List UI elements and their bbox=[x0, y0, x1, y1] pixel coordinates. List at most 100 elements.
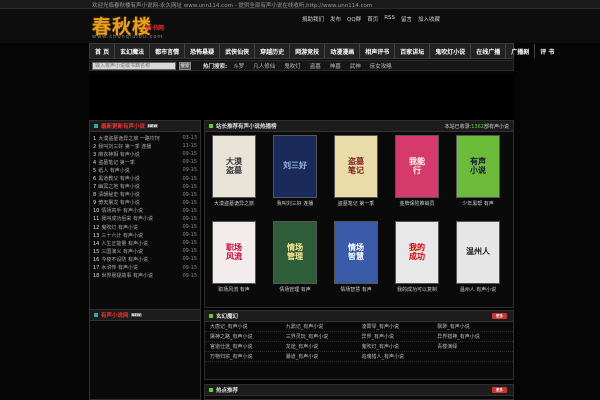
book-title[interactable]: 我叫刘三好 连播 bbox=[277, 200, 314, 207]
item-title[interactable]: 麻衣神相 有声小说 bbox=[98, 152, 140, 158]
latest-update-item[interactable]: 6 黑道教父 有声小说 09-15 bbox=[93, 174, 197, 183]
recommend-link[interactable]: 飘渺_有声小说 bbox=[437, 323, 513, 330]
recommend-link[interactable]: 异界_有声小说 bbox=[362, 333, 438, 340]
item-title[interactable]: 今夜不设防 有声小说 bbox=[101, 257, 148, 263]
book-title[interactable]: 温州人 有声小说 bbox=[460, 286, 497, 293]
hot-search-link[interactable]: 鬼吹灯 bbox=[284, 62, 301, 70]
item-title[interactable]: 鬼吹灯 有声小说 bbox=[101, 225, 138, 231]
item-title[interactable]: 倚天屠龙 有声小说 bbox=[98, 200, 140, 206]
nav-item[interactable]: 玄幻魔法 bbox=[115, 44, 151, 58]
recommend-link[interactable]: 九鼎记_有声小说 bbox=[286, 323, 362, 330]
nav-item[interactable]: 鬼吹灯小说 bbox=[430, 44, 472, 58]
item-title[interactable]: 大漠盗墓诡异之旅 一路坎坷 bbox=[98, 136, 160, 142]
latest-update-item[interactable]: 11 我叫成功后来 有声小说 09-15 bbox=[93, 215, 197, 223]
user-link[interactable]: QQ群 bbox=[347, 15, 361, 23]
recommend-link[interactable]: 异界猎神_有声小说 bbox=[437, 333, 513, 340]
hot-search-link[interactable]: 盗墓 bbox=[310, 62, 321, 70]
book-card[interactable]: 刘三好我叫刘三好 连播 bbox=[272, 135, 318, 207]
book-card[interactable]: 大漠 盗墓 大漠盗墓诡异之旅 bbox=[211, 135, 257, 207]
book-cover[interactable]: 盗墓 笔记 bbox=[334, 135, 378, 198]
item-title[interactable]: 水浒传 有声小说 bbox=[101, 265, 138, 271]
user-link[interactable]: 首页 bbox=[367, 15, 378, 23]
latest-update-item[interactable]: 13 三十六计 有声小说 09-15 bbox=[93, 231, 197, 239]
book-cover[interactable]: 大漠 盗墓 bbox=[212, 135, 256, 198]
recommend-link[interactable]: 追魂猎人_有声小说 bbox=[362, 353, 438, 360]
book-title[interactable]: 情场管理 有声 bbox=[279, 286, 311, 293]
recommend-link[interactable]: 三界灵玩_有声小说 bbox=[286, 333, 362, 340]
nav-item[interactable]: 在线广播 bbox=[471, 44, 507, 58]
item-title[interactable]: 情场高手 有声小说 bbox=[101, 208, 143, 214]
nav-item[interactable]: 动漫漫画 bbox=[325, 44, 361, 58]
user-link[interactable]: RSS bbox=[384, 15, 395, 23]
hot-search-link[interactable]: 庶女攻略 bbox=[370, 62, 392, 70]
search-input[interactable] bbox=[92, 61, 176, 70]
item-title[interactable]: 三十六计 有声小说 bbox=[101, 233, 143, 239]
latest-update-item[interactable]: 9 倚天屠龙 有声小说 09-15 bbox=[93, 199, 197, 207]
latest-update-item[interactable]: 17 水浒传 有声小说 09-15 bbox=[93, 264, 197, 272]
nav-item[interactable]: 武侠仙侠 bbox=[220, 44, 256, 58]
book-cover[interactable]: 有声 小说 bbox=[456, 135, 500, 198]
latest-update-item[interactable]: 15 三国演义 有声小说 09-15 bbox=[93, 247, 197, 255]
latest-update-item[interactable]: 10 情场高手 有声小说 09-15 bbox=[93, 207, 197, 215]
user-link[interactable]: 捐助我们 bbox=[302, 15, 324, 23]
item-title[interactable]: 纸人 有声小说 bbox=[98, 168, 130, 174]
nav-item[interactable]: 穿越历史 bbox=[255, 44, 291, 58]
recommend-link[interactable]: 鬼吹灯_有声小说 bbox=[362, 343, 438, 350]
hot-search-link[interactable]: 凡人修仙 bbox=[253, 62, 275, 70]
latest-update-item[interactable]: 4 盗墓笔记 第一季 09-15 bbox=[93, 158, 197, 166]
nav-item[interactable]: 网游竞技 bbox=[290, 44, 326, 58]
book-card[interactable]: 温州人 温州人 有声小说 bbox=[455, 221, 501, 293]
book-card[interactable]: 盗墓 笔记盗墓笔记 第一季 bbox=[333, 135, 379, 207]
user-link[interactable]: 发布 bbox=[330, 15, 341, 23]
more-button[interactable]: 更多 bbox=[492, 313, 507, 319]
book-title[interactable]: 职场风流 有声 bbox=[218, 286, 250, 293]
item-title[interactable]: 我叫刘三好 第一季 连播 bbox=[98, 144, 151, 150]
latest-update-item[interactable]: 3 麻衣神相 有声小说 09-15 bbox=[93, 150, 197, 158]
latest-update-item[interactable]: 12 鬼吹灯 有声小说 09-15 bbox=[93, 223, 197, 231]
latest-update-item[interactable]: 5 纸人 有声小说 09-15 bbox=[93, 166, 197, 174]
book-cover[interactable]: 刘三好 bbox=[273, 135, 317, 198]
book-cover[interactable]: 我能 行 bbox=[395, 135, 439, 198]
book-cover[interactable]: 我的 成功 bbox=[395, 221, 439, 284]
book-title[interactable]: 金牌保险推销员 bbox=[399, 200, 434, 207]
book-cover[interactable]: 情场 智慧 bbox=[334, 221, 378, 284]
recommend-link[interactable]: 大唐记_有声小说 bbox=[210, 323, 286, 330]
hot-search-link[interactable]: 武神 bbox=[350, 62, 361, 70]
item-title[interactable]: 盗墓笔记 第一季 bbox=[98, 160, 135, 166]
more-button[interactable]: 更多 bbox=[492, 387, 507, 393]
book-cover[interactable]: 情场 管理 bbox=[273, 221, 317, 284]
user-link[interactable]: 加入收藏 bbox=[418, 15, 440, 23]
nav-item[interactable]: 广播剧 bbox=[506, 44, 536, 58]
book-title[interactable]: 我的成功可以复制 bbox=[397, 286, 437, 293]
nav-item[interactable]: 都市言情 bbox=[150, 44, 186, 58]
latest-update-item[interactable]: 1 大漠盗墓诡异之旅 一路坎坷 03-13 bbox=[93, 134, 197, 142]
recommend-link[interactable]: 凌霄琴_有声小说 bbox=[362, 323, 438, 330]
book-card[interactable]: 有声 小说少年黑帮 有声 bbox=[455, 135, 501, 207]
book-card[interactable]: 职场 风流职场风流 有声 bbox=[211, 221, 257, 293]
book-card[interactable]: 我能 行金牌保险推销员 bbox=[394, 135, 440, 207]
item-title[interactable]: 世界悬疑故事 有声小说 bbox=[101, 273, 153, 279]
item-title[interactable]: 我叫成功后来 有声小说 bbox=[101, 216, 153, 222]
book-cover[interactable]: 职场 风流 bbox=[212, 221, 256, 284]
item-title[interactable]: 幽冥之地 有声小说 bbox=[98, 184, 140, 190]
latest-update-item[interactable]: 18 世界悬疑故事 有声小说 09-15 bbox=[93, 272, 197, 280]
book-title[interactable]: 盗墓笔记 第一季 bbox=[338, 200, 375, 207]
nav-item[interactable]: 首 页 bbox=[90, 44, 116, 58]
recommend-link[interactable]: 万物归宗_有声小说 bbox=[210, 353, 286, 360]
search-button[interactable]: 搜索 bbox=[179, 61, 191, 70]
item-title[interactable]: 人生正能量 有声小说 bbox=[101, 241, 148, 247]
recommend-link[interactable]: 暴道_有声小说 bbox=[286, 353, 362, 360]
book-title[interactable]: 少年黑帮 有声 bbox=[462, 200, 494, 207]
recommend-link[interactable]: 青楼演绎 bbox=[437, 343, 513, 350]
item-title[interactable]: 清朝秘史 有声小说 bbox=[98, 192, 140, 198]
nav-item[interactable]: 恐怖悬疑 bbox=[185, 44, 221, 58]
latest-update-item[interactable]: 14 人生正能量 有声小说 09-15 bbox=[93, 239, 197, 247]
recommend-link[interactable]: 屠神之路_有声小说 bbox=[210, 333, 286, 340]
book-card[interactable]: 我的 成功我的成功可以复制 bbox=[394, 221, 440, 293]
hot-search-link[interactable]: 神墓 bbox=[330, 62, 341, 70]
nav-item[interactable]: 相声评书 bbox=[360, 44, 396, 58]
item-title[interactable]: 黑道教父 有声小说 bbox=[98, 176, 140, 182]
recommend-link[interactable]: 龙途_有声小说 bbox=[286, 343, 362, 350]
book-card[interactable]: 情场 管理情场管理 有声 bbox=[272, 221, 318, 293]
latest-update-item[interactable]: 2 我叫刘三好 第一季 连播 11-15 bbox=[93, 142, 197, 150]
